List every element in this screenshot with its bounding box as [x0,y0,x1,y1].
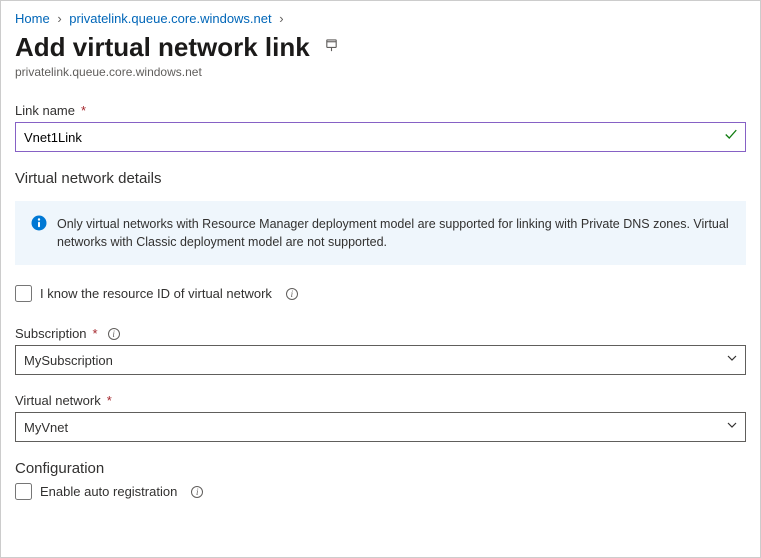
breadcrumb-home-link[interactable]: Home [15,11,50,26]
pin-icon[interactable] [324,38,339,58]
know-resource-id-checkbox[interactable] [15,285,32,302]
required-indicator: * [81,103,86,118]
info-banner: Only virtual networks with Resource Mana… [15,201,746,265]
configuration-heading: Configuration [15,460,746,477]
info-text: Only virtual networks with Resource Mana… [57,215,730,251]
subscription-select[interactable]: MySubscription [15,345,746,375]
info-tooltip-icon[interactable]: i [286,288,298,300]
chevron-right-icon: › [279,11,283,26]
link-name-input[interactable] [15,122,746,152]
info-tooltip-icon[interactable]: i [108,328,120,340]
link-name-label: Link name* [15,103,746,118]
breadcrumb-parent-link[interactable]: privatelink.queue.core.windows.net [69,11,271,26]
page-subtitle: privatelink.queue.core.windows.net [15,65,746,79]
vnet-details-heading: Virtual network details [15,170,746,187]
virtual-network-value: MyVnet [24,420,68,435]
auto-registration-checkbox[interactable] [15,483,32,500]
virtual-network-select[interactable]: MyVnet [15,412,746,442]
page-title: Add virtual network link [15,32,310,63]
breadcrumb: Home › privatelink.queue.core.windows.ne… [15,11,746,26]
required-indicator: * [93,326,98,341]
chevron-right-icon: › [57,11,61,26]
subscription-label: Subscription* i [15,326,746,341]
virtual-network-label: Virtual network* [15,393,746,408]
subscription-value: MySubscription [24,353,113,368]
know-resource-id-label: I know the resource ID of virtual networ… [40,286,272,301]
required-indicator: * [107,393,112,408]
info-tooltip-icon[interactable]: i [191,486,203,498]
info-icon [31,215,47,251]
auto-registration-label: Enable auto registration [40,484,177,499]
